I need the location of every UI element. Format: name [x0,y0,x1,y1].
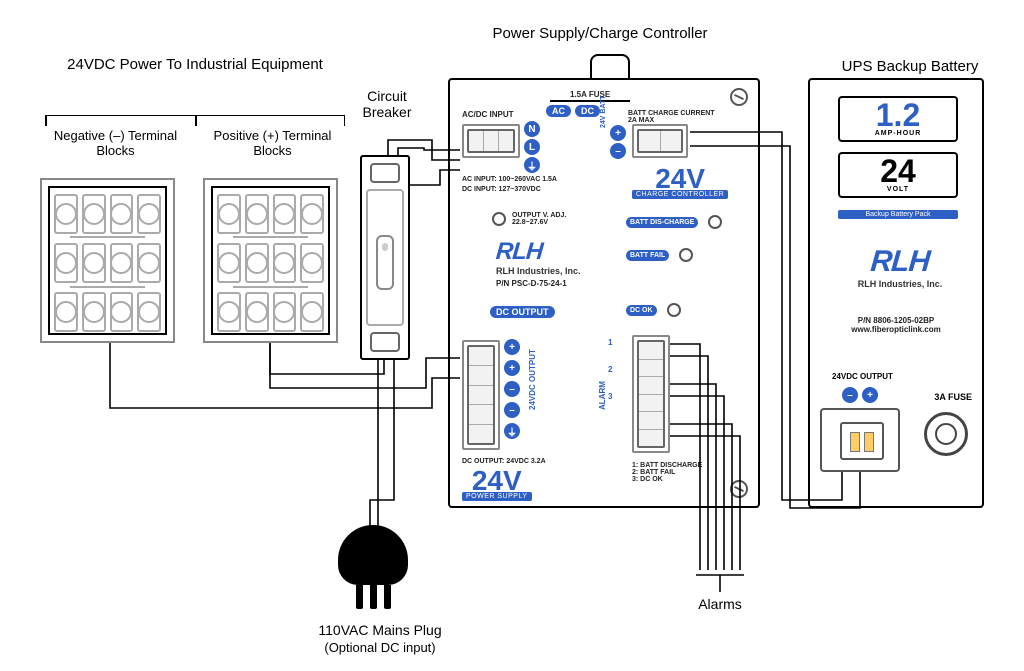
batt-minus-icon: – [610,143,626,159]
mains-label: 110VAC Mains Plug [300,622,460,638]
circuit-breaker [360,155,410,360]
ups-plus-icon: + [862,387,878,403]
terminal-pos-label: Positive (+) Terminal Blocks [205,128,340,158]
ups-part-number: P/N 8806-1205-02BP [810,316,982,325]
dcout-plus-icon: + [504,339,520,355]
gnd-terminal-icon: ⏚ [524,157,540,173]
rlh-brand-sub: RLH Industries, Inc. [496,266,581,276]
batt-plus-icon: + [610,125,626,141]
batt-fail-label: BATT FAIL [626,250,669,261]
dc-pill: DC [575,105,600,117]
charge-controller-sub: CHARGE CONTROLLER [632,190,728,199]
adj-pot-icon [492,212,506,226]
alarm-connector [632,335,670,453]
ups-minus-icon: – [842,387,858,403]
output-adj-label: OUTPUT V. ADJ. 22.8~27.6V [512,212,582,226]
ups-brand-sub: RLH Industries, Inc. [850,279,950,289]
batt-fail-led [679,248,693,262]
n-terminal-icon: N [524,121,540,137]
terminal-neg-label: Negative (–) Terminal Blocks [48,128,183,158]
dc-ok-led [667,303,681,317]
terminal-block-negative [40,178,175,343]
terminal-block-positive [203,178,338,343]
ups-pack-label: Backup Battery Pack [838,210,958,219]
batt-connector [632,124,688,158]
ups-amp-badge: 1.2 AMP-HOUR [838,96,958,142]
dcout-minus-icon: – [504,381,520,397]
terminals-title: 24VDC Power To Industrial Equipment [60,56,330,73]
ups-rlh-logo: RLH [849,245,952,279]
batt-charge-label: BATT CHARGE CURRENT 2A MAX [628,110,718,124]
alarm-3-label: 3 [608,392,613,401]
batt-24v-label: 24V BATT [600,95,607,128]
l-terminal-icon: L [524,139,540,155]
dc-input-spec: DC INPUT: 127~370VDC [462,186,541,193]
alarm-1-label: 1 [608,338,613,347]
alarm-legend-2: 2: BATT FAIL [632,469,702,476]
alarm-legend-1: 1: BATT DISCHARGE [632,462,702,469]
rlh-logo: RLH [495,238,582,266]
power-supply-sub: POWER SUPPLY [462,492,532,501]
dcout-gnd-icon: ⏚ [504,423,520,439]
dc-output-connector [462,340,500,450]
ac-input-spec: AC INPUT: 100~260VAC 1.5A [462,176,557,183]
batt-discharge-led [708,215,722,229]
psu-top-knob [590,54,630,80]
acdc-input-label: AC/DC INPUT [462,110,514,119]
alarm-legend-3: 3: DC OK [632,476,702,483]
dc-output-spec: DC OUTPUT: 24VDC 3.2A [462,458,546,465]
mains-plug-icon [338,525,408,585]
psu-title: Power Supply/Charge Controller [460,25,740,42]
acdc-connector [462,124,520,158]
screw-icon [730,88,748,106]
alarms-label: Alarms [680,596,760,612]
dcout-minus2-icon: – [504,402,520,418]
dc-output-pill: DC OUTPUT [490,306,555,318]
charge-controller-badge: 24V [632,168,728,190]
batt-discharge-label: BATT DIS-CHARGE [626,217,698,228]
alarm-2-label: 2 [608,365,613,374]
ac-pill: AC [546,105,571,117]
dcout-24vdc-label: 24VDC OUTPUT [528,349,537,410]
ups-url: www.fiberopticlink.com [810,325,982,334]
dcout-plus2-icon: + [504,360,520,376]
ups-battery-panel: 1.2 AMP-HOUR 24 VOLT Backup Battery Pack… [808,78,984,508]
mains-sub-label: (Optional DC input) [300,640,460,655]
ups-fuse-label: 3A FUSE [934,392,972,402]
ups-output-port [820,408,900,472]
breaker-title: Circuit Breaker [352,88,422,120]
ups-fuse-icon [924,412,968,456]
ups-output-label: 24VDC OUTPUT [832,372,893,381]
psu-part-number: P/N PSC-D-75-24-1 [496,279,581,288]
alarm-vert-label: ALARM [598,381,607,410]
power-supply-badge: 24V [462,470,532,492]
dc-ok-label: DC OK [626,305,657,316]
ups-title: UPS Backup Battery [820,58,1000,75]
power-supply-panel: 1.5A FUSE AC/DC INPUT AC DC N L ⏚ AC INP… [448,78,760,508]
ups-volt-badge: 24 VOLT [838,152,958,198]
screw-icon [730,480,748,498]
